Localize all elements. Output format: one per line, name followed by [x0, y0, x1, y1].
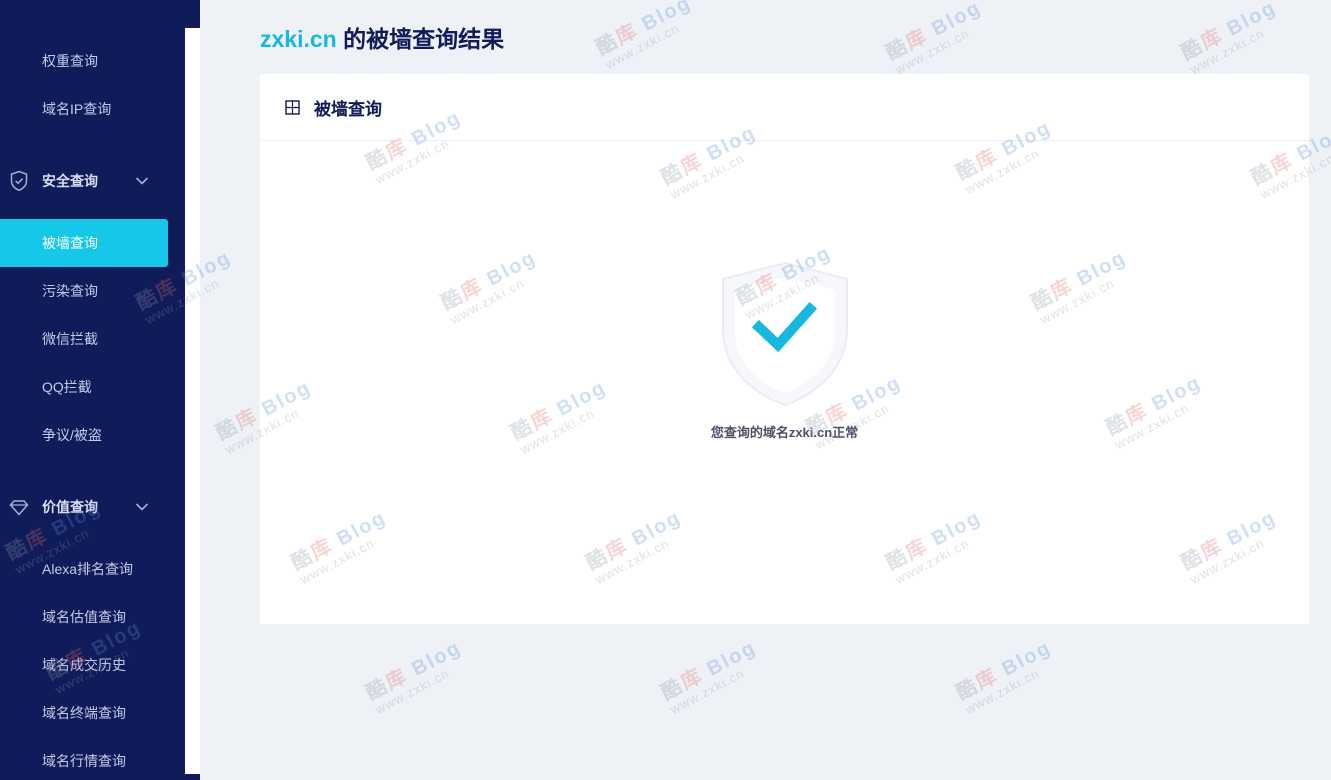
sidebar-item-label: 争议/被盗	[42, 427, 102, 443]
chevron-down-icon	[134, 499, 150, 515]
sidebar-group-label: 价值查询	[42, 499, 98, 515]
page-title-suffix: 的被墙查询结果	[336, 26, 505, 52]
sidebar-item-qq-block[interactable]: QQ拦截	[0, 363, 168, 411]
sidebar-group-security[interactable]: 安全查询	[0, 157, 168, 205]
sidebar-item-label: QQ拦截	[42, 379, 92, 395]
sidebar-item-label: 微信拦截	[42, 331, 98, 347]
sidebar-group-value[interactable]: 价值查询	[0, 483, 168, 531]
sidebar-item-market[interactable]: 域名行情查询	[0, 737, 168, 780]
sidebar-item-label: 被墙查询	[42, 235, 98, 251]
watermark: 酷库 Blog www.zxki.cn	[362, 636, 465, 718]
watermark: 酷库 Blog www.zxki.cn	[657, 636, 760, 718]
sidebar-item-blocked[interactable]: 被墙查询	[0, 219, 168, 267]
sidebar-item-terminal[interactable]: 域名终端查询	[0, 689, 168, 737]
layout-grid-icon	[285, 99, 300, 115]
sidebar-item-label: 域名终端查询	[42, 705, 126, 721]
sidebar-item-domain-ip[interactable]: 域名IP查询	[0, 85, 168, 133]
result-text: 您查询的域名zxki.cn正常	[710, 425, 859, 440]
sidebar-item-label: Alexa排名查询	[42, 561, 134, 577]
page-title: zxki.cn 的被墙查询结果	[260, 20, 504, 54]
page-title-domain: zxki.cn	[260, 26, 337, 52]
sidebar-item-label: 污染查询	[42, 283, 98, 299]
sidebar-item-deal-history[interactable]: 域名成交历史	[0, 641, 168, 689]
sidebar-group-label: 安全查询	[42, 173, 98, 189]
sidebar-item-alexa[interactable]: Alexa排名查询	[0, 545, 168, 593]
sidebar-item-label: 域名IP查询	[42, 101, 112, 117]
sidebar-item-label: 域名成交历史	[42, 657, 126, 673]
sidebar-scroll-track[interactable]	[185, 28, 200, 774]
result-card: 被墙查询 您查询的域名zxki.cn正常	[260, 74, 1309, 624]
sidebar-item-label: 权重查询	[42, 53, 98, 69]
sidebar-item-weight[interactable]: 权重查询	[0, 37, 168, 85]
sidebar-item-dispute[interactable]: 争议/被盗	[0, 411, 168, 459]
sidebar-item-wechat-block[interactable]: 微信拦截	[0, 315, 168, 363]
result-area: 您查询的域名zxki.cn正常	[260, 259, 1309, 441]
sidebar-item-valuation[interactable]: 域名估值查询	[0, 593, 168, 641]
card-header: 被墙查询	[260, 74, 1309, 141]
watermark: 酷库 Blog www.zxki.cn	[952, 636, 1055, 718]
card-title: 被墙查询	[314, 99, 382, 119]
watermark: 酷库 Blog www.zxki.cn	[592, 0, 695, 73]
watermark: 酷库 Blog www.zxki.cn	[882, 0, 985, 78]
shield-check-icon	[721, 261, 848, 407]
sidebar-item-label: 域名行情查询	[42, 753, 126, 769]
sidebar: 权重查询 域名IP查询 安全查询 被墙查询 污染查询 微信拦截 QQ拦截 争议/…	[0, 0, 185, 780]
sidebar-item-label: 域名估值查询	[42, 609, 126, 625]
shield-icon	[9, 170, 29, 192]
watermark: 酷库 Blog www.zxki.cn	[1177, 0, 1280, 78]
chevron-down-icon	[134, 173, 150, 189]
sidebar-item-pollution[interactable]: 污染查询	[0, 267, 168, 315]
diamond-icon	[9, 496, 29, 518]
